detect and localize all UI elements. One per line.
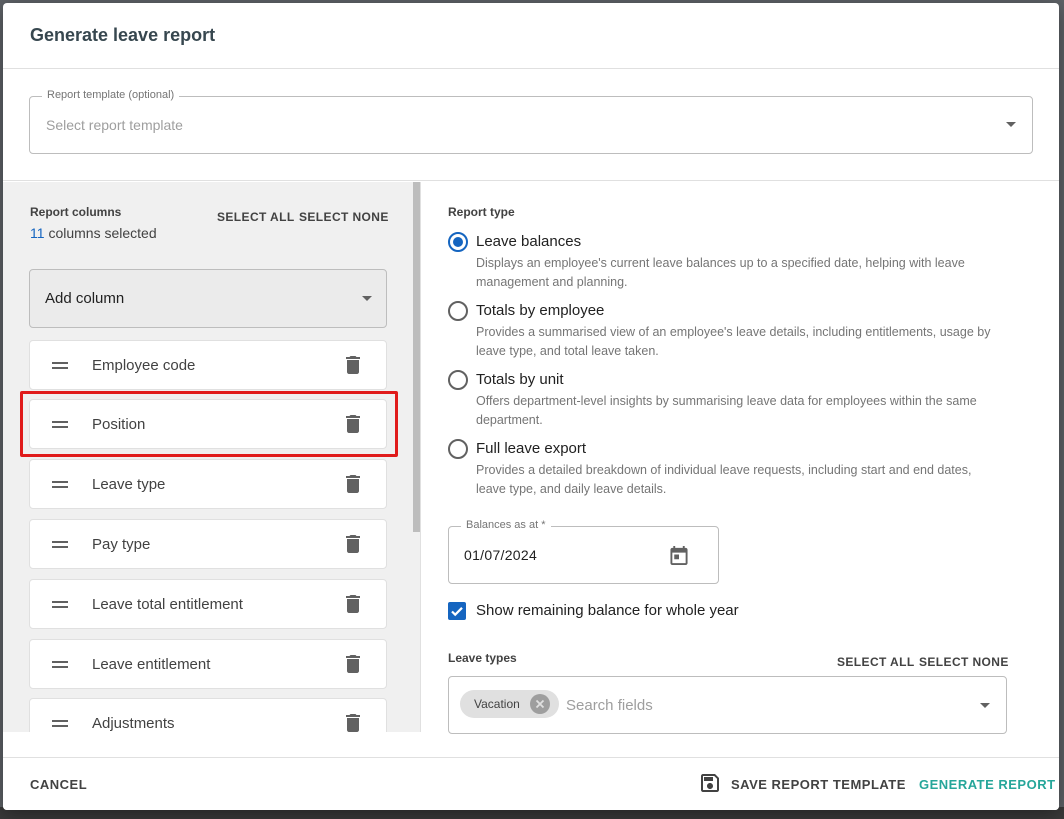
column-label: Leave type bbox=[92, 476, 166, 493]
generate-report-button[interactable]: GENERATE REPORT bbox=[919, 777, 1056, 792]
balances-date-value: 01/07/2024 bbox=[464, 547, 538, 563]
drag-handle-icon[interactable] bbox=[52, 480, 68, 489]
leave-type-chip: Vacation bbox=[460, 690, 559, 718]
column-label: Pay type bbox=[92, 536, 151, 553]
column-label: Adjustments bbox=[92, 715, 175, 732]
radio-button[interactable] bbox=[448, 439, 468, 459]
radio-description: Displays an employee's current leave bal… bbox=[476, 256, 965, 289]
save-icon bbox=[701, 774, 719, 792]
report-template-placeholder: Select report template bbox=[46, 117, 183, 133]
dialog-title: Generate leave report bbox=[30, 25, 216, 45]
radio-label: Totals by employee bbox=[476, 302, 605, 319]
column-item[interactable]: Leave total entitlement bbox=[29, 579, 387, 629]
drag-handle-icon[interactable] bbox=[52, 719, 68, 728]
radio-label: Totals by unit bbox=[476, 371, 564, 388]
close-icon[interactable] bbox=[530, 694, 550, 714]
trash-icon[interactable] bbox=[346, 415, 360, 433]
trash-icon[interactable] bbox=[346, 535, 360, 553]
report-type-title: Report type bbox=[448, 205, 515, 219]
remaining-balance-label: Show remaining balance for whole year bbox=[476, 602, 739, 619]
report-template-select[interactable]: Report template (optional) Select report… bbox=[29, 89, 1033, 154]
report-template-label: Report template (optional) bbox=[42, 89, 180, 101]
report-columns-panel: Report columns 11 columns selected SELEC… bbox=[3, 182, 421, 732]
save-report-template-button[interactable]: SAVE REPORT TEMPLATE bbox=[731, 777, 906, 792]
radio-button[interactable] bbox=[448, 370, 468, 390]
drag-handle-icon[interactable] bbox=[52, 600, 68, 609]
columns-select-all-button[interactable]: SELECT ALL bbox=[217, 210, 295, 224]
calendar-icon[interactable] bbox=[670, 546, 688, 565]
columns-select-none-button[interactable]: SELECT NONE bbox=[299, 210, 389, 224]
remaining-balance-checkbox[interactable] bbox=[448, 602, 466, 620]
drag-handle-icon[interactable] bbox=[52, 660, 68, 669]
column-label: Position bbox=[92, 416, 146, 433]
chip-label: Vacation bbox=[474, 697, 520, 711]
chevron-down-icon bbox=[980, 703, 990, 708]
check-icon bbox=[451, 607, 463, 617]
report-options-panel: Report type Leave balances Displays an e… bbox=[421, 182, 1059, 734]
column-label: Leave total entitlement bbox=[92, 596, 243, 613]
leave-types-select-none-button[interactable]: SELECT NONE bbox=[919, 655, 1009, 669]
generate-leave-report-dialog: Generate leave report Report template (o… bbox=[3, 3, 1059, 810]
columns-scrollbar[interactable] bbox=[413, 182, 420, 532]
trash-icon[interactable] bbox=[346, 475, 360, 493]
columns-selected-count: 11 columns selected bbox=[30, 225, 157, 241]
radio-description: Provides a summarised view of an employe… bbox=[476, 325, 991, 358]
drag-handle-icon[interactable] bbox=[52, 420, 68, 429]
drag-handle-icon[interactable] bbox=[52, 540, 68, 549]
dialog-footer: CANCEL SAVE REPORT TEMPLATE GENERATE REP… bbox=[3, 757, 1059, 810]
add-column-label: Add column bbox=[45, 290, 125, 307]
column-item[interactable]: Pay type bbox=[29, 519, 387, 569]
chevron-down-icon bbox=[362, 296, 372, 301]
cancel-button[interactable]: CANCEL bbox=[30, 777, 87, 792]
radio-label: Leave balances bbox=[476, 233, 582, 250]
dialog-body: Report columns 11 columns selected SELEC… bbox=[3, 182, 1059, 734]
radio-button[interactable] bbox=[448, 232, 468, 252]
radio-description: Provides a detailed breakdown of individ… bbox=[476, 463, 972, 496]
column-item[interactable]: Adjustments bbox=[29, 698, 387, 732]
chevron-down-icon bbox=[1006, 122, 1016, 127]
radio-description: Offers department-level insights by summ… bbox=[476, 394, 977, 427]
column-label: Leave entitlement bbox=[92, 656, 211, 673]
balances-as-at-label: Balances as at * bbox=[461, 519, 551, 531]
column-item[interactable]: Position bbox=[29, 399, 387, 449]
column-item[interactable]: Leave entitlement bbox=[29, 639, 387, 689]
column-item[interactable]: Employee code bbox=[29, 340, 387, 390]
trash-icon[interactable] bbox=[346, 714, 360, 732]
trash-icon[interactable] bbox=[346, 655, 360, 673]
dialog-header: Generate leave report bbox=[3, 3, 1059, 69]
balances-as-at-field[interactable]: Balances as at * 01/07/2024 bbox=[448, 519, 719, 584]
radio-label: Full leave export bbox=[476, 440, 587, 457]
add-column-select[interactable]: Add column bbox=[29, 269, 387, 328]
trash-icon[interactable] bbox=[346, 595, 360, 613]
leave-types-select[interactable]: Vacation Search fields bbox=[448, 676, 1007, 734]
leave-types-search-placeholder: Search fields bbox=[566, 697, 653, 714]
trash-icon[interactable] bbox=[346, 356, 360, 374]
radio-button[interactable] bbox=[448, 301, 468, 321]
column-label: Employee code bbox=[92, 357, 196, 374]
leave-types-select-all-button[interactable]: SELECT ALL bbox=[837, 655, 915, 669]
drag-handle-icon[interactable] bbox=[52, 361, 68, 370]
leave-types-title: Leave types bbox=[448, 651, 517, 665]
column-item[interactable]: Leave type bbox=[29, 459, 387, 509]
report-columns-title: Report columns bbox=[30, 205, 122, 219]
template-section: Report template (optional) Select report… bbox=[3, 69, 1059, 181]
